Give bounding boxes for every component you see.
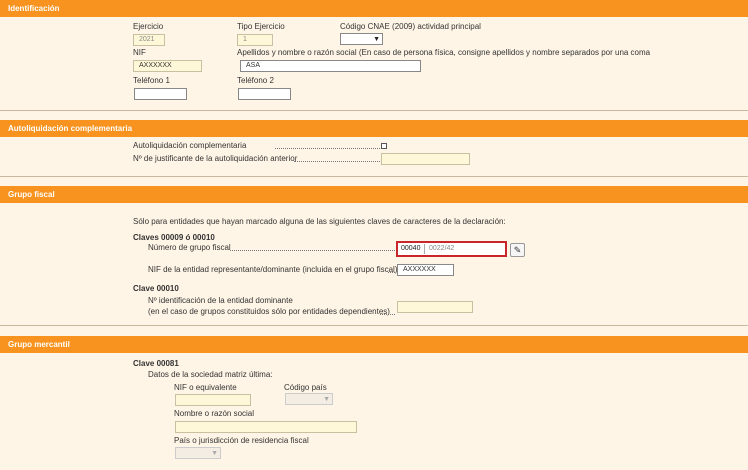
tipo-ejercicio-field[interactable]: 1 xyxy=(237,34,273,46)
pais-residencia-label: País o jurisdicción de residencia fiscal xyxy=(174,436,309,445)
nombre-razon-label: Nombre o razón social xyxy=(174,409,255,418)
apellidos-field[interactable]: ASA xyxy=(240,60,421,72)
nif-label: NIF xyxy=(133,48,146,57)
chevron-down-icon: ▼ xyxy=(373,36,380,43)
codigo-pais-label: Código país xyxy=(284,383,327,392)
justificante-field[interactable] xyxy=(381,153,470,165)
edit-grupo-button[interactable]: ✎ xyxy=(510,243,525,257)
leader-dots xyxy=(275,148,380,149)
chevron-down-icon: ▼ xyxy=(211,450,218,457)
codigo-pais-select[interactable]: ▼ xyxy=(285,393,333,405)
grupo-fiscal-intro: Sólo para entidades que hayan marcado al… xyxy=(133,217,506,226)
chevron-down-icon: ▼ xyxy=(323,396,330,403)
section-divider xyxy=(0,110,748,111)
cnae-label: Código CNAE (2009) actividad principal xyxy=(340,22,481,31)
numero-grupo-label: Número de grupo fiscal xyxy=(148,243,231,252)
ejercicio-label: Ejercicio xyxy=(133,22,164,31)
pais-residencia-select[interactable]: ▼ xyxy=(175,447,221,459)
nif-equivalente-label: NIF o equivalente xyxy=(174,383,237,392)
numero-grupo-field[interactable]: 00040 0022/42 xyxy=(396,241,507,257)
cnae-select[interactable]: ▼ xyxy=(340,33,383,45)
nif-representante-label: NIF de la entidad representante/dominant… xyxy=(148,265,398,274)
numero-grupo-part2[interactable]: 0022/42 xyxy=(427,244,454,254)
ejercicio-field[interactable]: 2021 xyxy=(133,34,165,46)
leader-dots xyxy=(294,161,380,162)
nombre-razon-field[interactable] xyxy=(175,421,357,433)
leader-dots xyxy=(388,272,395,273)
clave-00081-label: Clave 00081 xyxy=(133,359,179,368)
section-divider xyxy=(0,176,748,177)
section-header-grupo-mercantil: Grupo mercantil xyxy=(0,336,748,353)
numero-grupo-part1[interactable]: 00040 xyxy=(399,244,425,254)
complementaria-checkbox[interactable] xyxy=(381,143,387,149)
clave-00010-label: Clave 00010 xyxy=(133,284,179,293)
telefono2-field[interactable] xyxy=(238,88,291,100)
section-header-identificacion: Identificación xyxy=(0,0,748,17)
telefono1-label: Teléfono 1 xyxy=(133,76,170,85)
apellidos-label: Apellidos y nombre o razón social (En ca… xyxy=(237,48,651,57)
claves-00009-label: Claves 00009 ó 00010 xyxy=(133,233,215,242)
tipo-ejercicio-label: Tipo Ejercicio xyxy=(237,22,285,31)
id-dominante-label: Nº identificación de la entidad dominant… xyxy=(148,296,293,305)
telefono1-field[interactable] xyxy=(134,88,187,100)
nif-field[interactable]: AXXXXXX xyxy=(133,60,202,72)
complementaria-label: Autoliquidación complementaria xyxy=(133,141,247,150)
leader-dots xyxy=(380,314,395,315)
nif-equivalente-field[interactable] xyxy=(175,394,251,406)
pencil-icon: ✎ xyxy=(513,245,522,255)
id-dominante-field[interactable] xyxy=(397,301,473,313)
nif-representante-field[interactable]: AXXXXXX xyxy=(397,264,454,276)
section-header-autoliquidacion: Autoliquidación complementaria xyxy=(0,120,748,137)
datos-matriz-label: Datos de la sociedad matriz última: xyxy=(148,370,273,379)
section-header-grupo-fiscal: Grupo fiscal xyxy=(0,186,748,203)
telefono2-label: Teléfono 2 xyxy=(237,76,274,85)
id-dominante-sublabel: (en el caso de grupos constituidos sólo … xyxy=(148,307,390,316)
section-divider xyxy=(0,325,748,326)
leader-dots xyxy=(230,250,395,251)
justificante-label: Nº de justificante de la autoliquidación… xyxy=(133,154,298,163)
